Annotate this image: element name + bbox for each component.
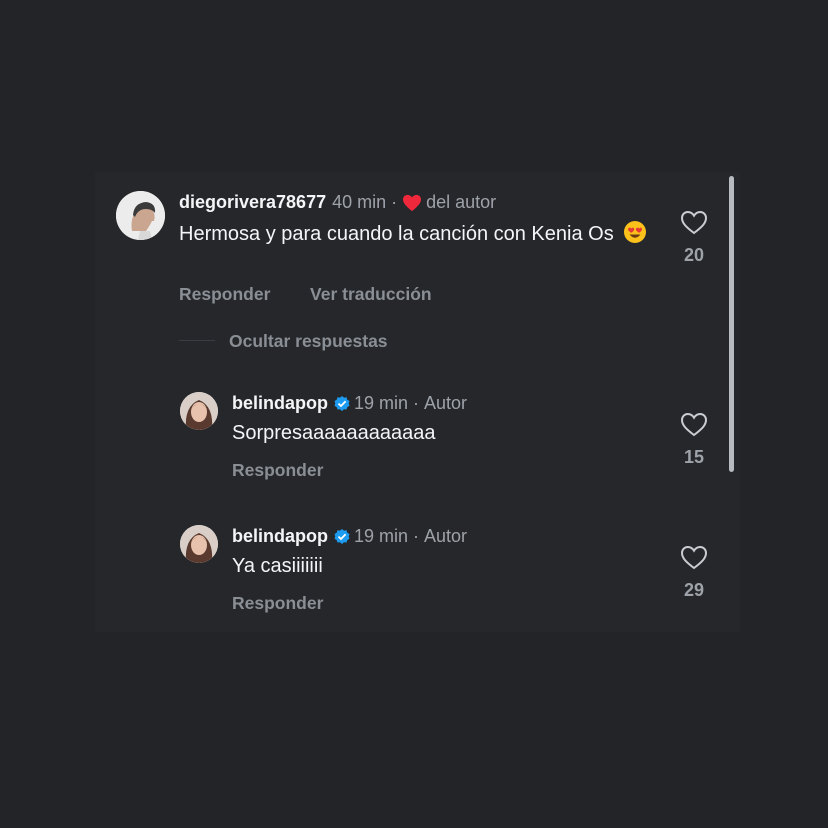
heart-outline-icon[interactable] <box>680 545 708 570</box>
comment-header: diegorivera78677 40 min · del autor <box>179 192 496 213</box>
like-count: 15 <box>683 447 705 467</box>
like-count: 20 <box>683 245 705 265</box>
timestamp: 19 min <box>354 393 409 413</box>
like-button[interactable]: 15 <box>674 412 714 468</box>
username[interactable]: belindapop <box>232 393 328 414</box>
like-button[interactable]: 29 <box>674 545 714 601</box>
author-badge: del autor <box>426 192 497 212</box>
reply-button[interactable]: Responder <box>232 593 323 614</box>
username[interactable]: belindapop <box>232 526 328 547</box>
verified-badge-icon <box>333 528 351 546</box>
hide-replies-button[interactable]: Ocultar respuestas <box>229 331 388 352</box>
username[interactable]: diegorivera78677 <box>179 192 326 213</box>
reply-text: Sorpresaaaaaaaaaaaa <box>232 422 436 444</box>
heart-outline-icon[interactable] <box>680 412 708 437</box>
replies-divider-line <box>179 340 215 341</box>
author-label: Autor <box>424 526 468 546</box>
like-button[interactable]: 20 <box>674 210 714 266</box>
timestamp: 40 min <box>332 192 387 212</box>
reply-header: belindapop 19 min · Autor <box>232 393 467 414</box>
separator: · <box>391 192 398 212</box>
separator: · <box>413 526 420 546</box>
author-label: Autor <box>424 393 468 413</box>
comment-text-content: Hermosa y para cuando la canción con Ken… <box>179 223 614 245</box>
timestamp: 19 min <box>354 526 409 546</box>
avatar[interactable] <box>180 392 218 430</box>
avatar[interactable] <box>180 525 218 563</box>
scrollbar[interactable] <box>729 176 734 472</box>
reply-text: Ya casiiiiiii <box>232 555 323 577</box>
heart-eyes-emoji-icon <box>623 220 647 244</box>
translate-button[interactable]: Ver traducción <box>310 284 432 305</box>
reply-header: belindapop 19 min · Autor <box>232 526 467 547</box>
heart-outline-icon[interactable] <box>680 210 708 235</box>
avatar[interactable] <box>116 191 165 240</box>
verified-badge-icon <box>333 395 351 413</box>
comment-text: Hermosa y para cuando la canción con Ken… <box>179 220 659 247</box>
like-count: 29 <box>683 580 705 600</box>
reply-button[interactable]: Responder <box>232 460 323 481</box>
separator: · <box>413 393 420 413</box>
liked-by-author-heart-icon <box>402 194 422 212</box>
reply-button[interactable]: Responder <box>179 284 270 305</box>
